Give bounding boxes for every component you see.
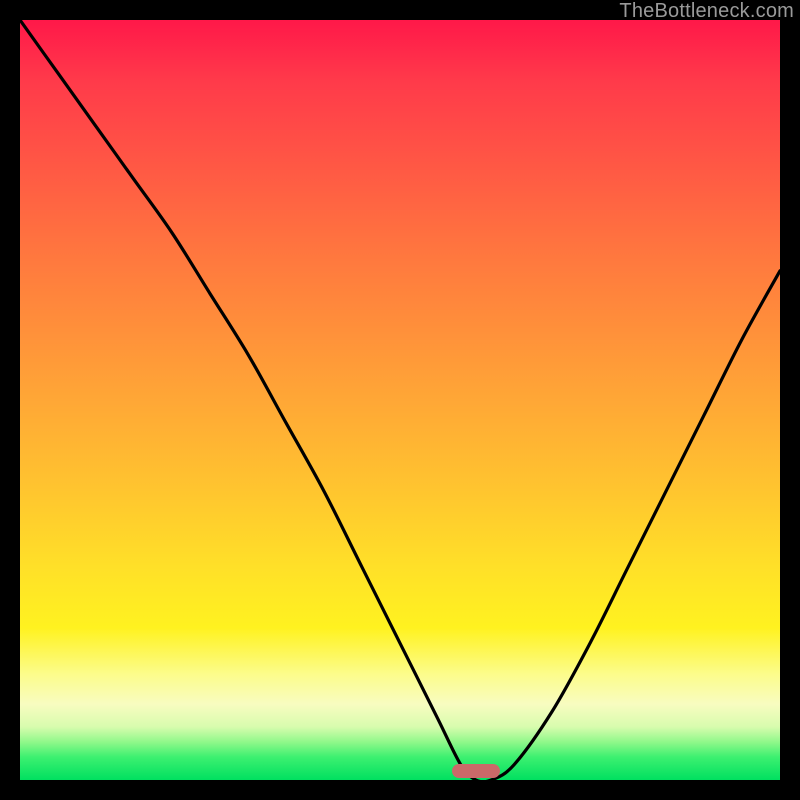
chart-container: TheBottleneck.com bbox=[0, 0, 800, 800]
minimum-marker bbox=[452, 764, 501, 778]
plot-area bbox=[20, 20, 780, 780]
curve-overlay bbox=[20, 20, 780, 780]
bottleneck-curve bbox=[20, 20, 780, 780]
